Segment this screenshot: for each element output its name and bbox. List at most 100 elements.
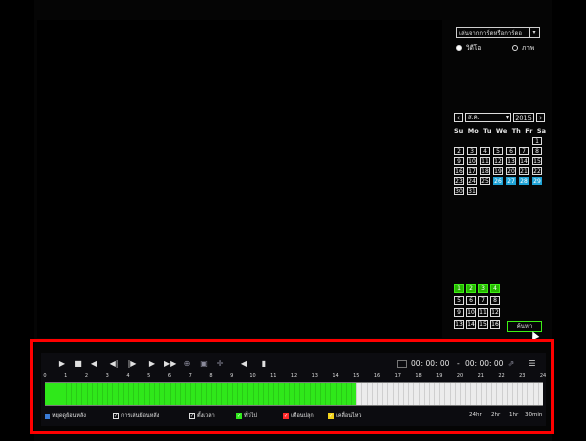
calendar-day[interactable]: 20 [506, 167, 516, 175]
channel-button[interactable]: 16 [490, 320, 500, 329]
calendar-day[interactable]: 31 [467, 187, 477, 195]
legend-playback[interactable]: ✓ การเล่นย้อนหลัง [113, 412, 159, 420]
calendar-day[interactable]: 15 [532, 157, 542, 165]
calendar-day[interactable]: 22 [532, 167, 542, 175]
zoom-30min[interactable]: 30min [525, 412, 542, 418]
slow-forward-icon[interactable]: ▶ [147, 359, 157, 369]
timeline-gridline [319, 383, 321, 405]
prev-month-button[interactable]: ‹ [454, 113, 463, 122]
legend-alarm[interactable]: ✓ เตือนปลุก [283, 412, 314, 420]
radio-image[interactable]: ภาพ [512, 43, 534, 53]
channel-button[interactable]: 11 [478, 308, 488, 317]
calendar-day[interactable]: 11 [480, 157, 490, 165]
channel-button[interactable]: 1 [454, 284, 464, 293]
calendar-day[interactable]: 19 [493, 167, 503, 175]
calendar-day[interactable]: 3 [467, 147, 477, 155]
channel-button[interactable]: 6 [466, 296, 476, 305]
step-back-icon[interactable]: ◀| [109, 359, 119, 369]
channel-button[interactable]: 12 [490, 308, 500, 317]
checkbox-icon[interactable]: ✓ [189, 413, 195, 419]
checkbox-icon[interactable]: ✓ [113, 413, 119, 419]
channel-button[interactable]: 15 [478, 320, 488, 329]
checkbox-icon[interactable]: ✓ [283, 413, 289, 419]
crosshair-icon[interactable]: ✛ [215, 359, 225, 369]
search-button[interactable]: ค้นหา [507, 321, 542, 332]
channel-button[interactable]: 4 [490, 284, 500, 293]
calendar-day[interactable]: 28 [519, 177, 529, 185]
zoom-1hr[interactable]: 1hr [509, 412, 518, 418]
calendar-day[interactable]: 13 [506, 157, 516, 165]
calendar-day[interactable]: 1 [532, 137, 542, 145]
rewind-icon[interactable]: ◀ [89, 359, 99, 369]
menu-icon[interactable]: ☰ [527, 359, 537, 369]
calendar-day[interactable]: 4 [480, 147, 490, 155]
hour-tick-label: 22 [498, 373, 505, 379]
calendar-day[interactable]: 9 [454, 157, 464, 165]
calendar-day[interactable]: 7 [519, 147, 529, 155]
volume-slider-icon[interactable]: ▮ [259, 359, 269, 369]
weekday-label: Sa [536, 127, 546, 135]
legend-motion[interactable]: ✓ เคลื่อนไหว [328, 412, 361, 420]
timeline-gridline [361, 383, 363, 405]
calendar-day[interactable]: 24 [467, 177, 477, 185]
calendar-day[interactable]: 21 [519, 167, 529, 175]
channel-button[interactable]: 10 [466, 308, 476, 317]
month-dropdown[interactable]: ส.ค. ▾ [465, 113, 511, 122]
calendar-day[interactable]: 2 [454, 147, 464, 155]
calendar-day[interactable]: 12 [493, 157, 503, 165]
year-field[interactable]: 2015 [513, 113, 534, 122]
channel-button[interactable]: 3 [478, 284, 488, 293]
calendar-day[interactable]: 8 [532, 147, 542, 155]
channel-button[interactable]: 5 [454, 296, 464, 305]
zoom-24hr[interactable]: 24hr [469, 412, 482, 418]
source-dropdown[interactable]: เล่นจากการ์ดหรือการ์ดอ ▾ [456, 27, 540, 38]
hour-tick-label: 5 [147, 373, 151, 379]
export-icon[interactable]: ⇗ [506, 359, 516, 369]
calendar-icon [397, 360, 407, 368]
timeline-gridline [517, 383, 519, 405]
calendar-day[interactable]: 5 [493, 147, 503, 155]
legend-schedule[interactable]: ✓ ตั้งเวลา [189, 412, 215, 420]
timeline-gridline [366, 383, 368, 405]
calendar-day[interactable]: 18 [480, 167, 490, 175]
channel-button[interactable]: 9 [454, 308, 464, 317]
step-forward-icon[interactable]: |▶ [127, 359, 137, 369]
channel-button[interactable]: 13 [454, 320, 464, 329]
calendar-day[interactable]: 30 [454, 187, 464, 195]
calendar-day[interactable]: 23 [454, 177, 464, 185]
calendar-day[interactable]: 17 [467, 167, 477, 175]
end-time[interactable]: 00: 00: 00 [465, 358, 503, 369]
volume-icon[interactable]: ◀ [239, 359, 249, 369]
snapshot-icon[interactable]: ▣ [199, 359, 209, 369]
calendar-day[interactable]: 10 [467, 157, 477, 165]
timeline-track[interactable] [45, 382, 543, 406]
timeline-gridline [428, 383, 430, 405]
checkbox-icon[interactable]: ✓ [328, 413, 334, 419]
channel-button[interactable]: 14 [466, 320, 476, 329]
legend-normal[interactable]: ✓ ทั่วไป [236, 412, 257, 420]
checkbox-icon[interactable]: ✓ [236, 413, 242, 419]
channel-button[interactable]: 7 [478, 296, 488, 305]
calendar-day[interactable]: 29 [532, 177, 542, 185]
zoom-2hr[interactable]: 2hr [491, 412, 500, 418]
calendar-day[interactable]: 26 [493, 177, 503, 185]
timeline-gridline [211, 383, 212, 405]
calendar-day[interactable]: 25 [480, 177, 490, 185]
stop-icon[interactable]: ■ [73, 359, 83, 369]
start-time[interactable]: 00: 00: 00 [411, 358, 449, 369]
video-view[interactable] [37, 20, 442, 338]
calendar-day[interactable]: 6 [506, 147, 516, 155]
channel-button[interactable]: 8 [490, 296, 500, 305]
calendar-day[interactable]: 16 [454, 167, 464, 175]
play-icon[interactable]: ▶ [57, 359, 67, 369]
playback-toolbar: ▶ ■ ◀ ◀| |▶ ▶ ▶▶ ⊕ ▣ ✛ ◀ ▮ 00: 00: 00 - … [41, 356, 546, 372]
channel-button[interactable]: 2 [466, 284, 476, 293]
next-month-button[interactable]: › [536, 113, 545, 122]
zoom-icon[interactable]: ⊕ [182, 359, 192, 369]
calendar-day[interactable]: 27 [506, 177, 516, 185]
calendar-day[interactable]: 14 [519, 157, 529, 165]
timeline-gridline [537, 383, 539, 405]
fast-forward-icon[interactable]: ▶▶ [164, 359, 176, 369]
radio-video[interactable]: วิดีโอ [456, 43, 481, 53]
timeline-gridline [81, 383, 83, 405]
